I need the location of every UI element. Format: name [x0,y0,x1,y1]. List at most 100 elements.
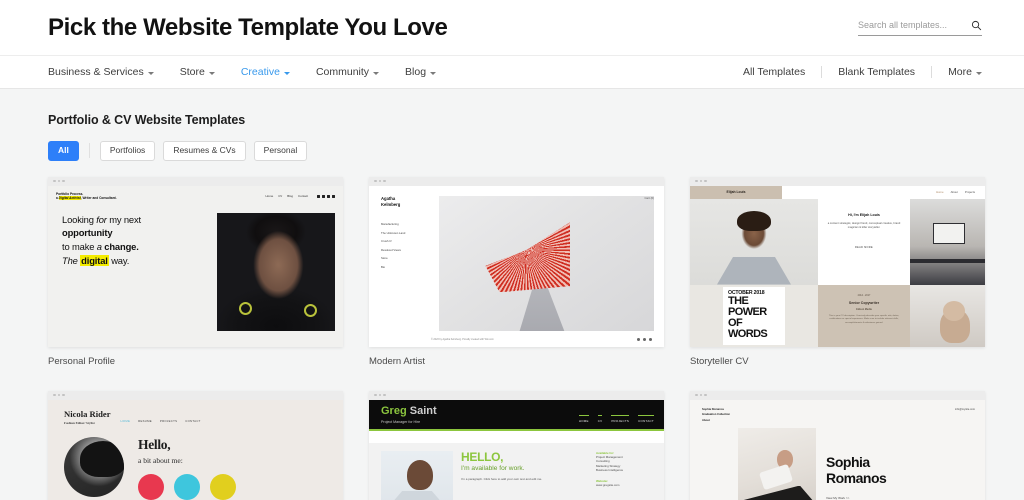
template-card[interactable]: Sophia Romanos Graduation Collection Abo… [690,390,985,500]
preview-grid-row2: OCTOBER 2018 THE POWER OF WORDS 2014 - 2… [690,284,985,347]
availability-text: I'm available for work. [461,464,525,472]
preview-name: Greg Saint [381,404,437,417]
filter-pill-group: All Portfolios Resumes & CVs Personal [48,141,976,161]
social-icons [637,337,652,341]
facebook-icon [317,194,320,198]
window-dot-icon [699,393,702,397]
window-dot-icon [695,179,698,183]
nav-label: Blank Templates [838,66,916,78]
template-thumbnail-storyteller-cv[interactable]: Elijah Louis Home About Projects Hi, I'm… [690,176,985,347]
preview-menu: Sophia Romanos Graduation Collection Abo… [702,408,730,422]
nav-label: Business & Services [48,66,144,78]
section-title: Portfolio & CV Website Templates [48,113,246,127]
nav-item-blog[interactable]: Blog [405,66,437,78]
preview-nav-item: HOME [578,414,589,423]
preview-body: Sophia Romanos View My Work >> [690,422,985,500]
headline-part: digital [80,254,109,266]
name-first: Greg [381,404,407,417]
desk-shape [910,258,985,263]
page-title: Pick the Website Template You Love [48,13,448,41]
template-card[interactable]: Nicola Rider Fashion Editor/ Stylist HOM… [48,390,343,500]
necklace-ring-icon [239,301,252,315]
window-dot-icon [695,393,698,397]
preview-header: Sophia Romanos Graduation Collection Abo… [690,400,985,422]
footer-text: © 2023 by Agatha Kelmberg. Proudly creat… [431,337,494,341]
menu-item: Resolved Views [381,247,401,252]
filter-pill-portfolios[interactable]: Portfolios [99,141,156,161]
template-thumbnail-sophia-romanos[interactable]: Sophia Romanos Graduation Collection Abo… [690,390,985,500]
cv-company: Edison Media [856,307,872,311]
preview-cta-link: View My Work >> [826,496,850,500]
menu-item: Store [381,256,388,261]
chevron-down-icon [976,71,982,75]
menu-item: About [702,418,710,422]
preview-nav-item: CV [278,194,283,199]
nav-item-community[interactable]: Community [315,66,380,78]
model-skirt-shape [738,485,816,500]
template-card[interactable]: Greg Saint Project Manager for Hire HOME… [369,390,664,500]
preview-artwork-photo [439,195,654,331]
window-dot-icon [704,393,707,397]
search-input[interactable] [858,20,958,30]
hello-heading: HELLO, [461,449,504,464]
filter-pill-resumes-cvs[interactable]: Resumes & CVs [163,141,246,161]
template-card[interactable]: Elijah Louis Home About Projects Hi, I'm… [690,176,985,367]
nav-item-creative[interactable]: Creative [241,66,290,78]
preview-email: info@mysite.com [955,407,975,411]
chevron-down-icon [373,71,380,75]
browser-chrome-bar [369,176,664,186]
poster-line2: THE POWER OF WORDS [728,294,768,340]
search-box[interactable] [858,20,982,36]
preview-portrait-photo [690,198,818,285]
template-thumbnail-nicola-rider[interactable]: Nicola Rider Fashion Editor/ Stylist HOM… [48,390,343,500]
template-card[interactable]: Portfolio Process. a Digital Activist, W… [48,176,343,367]
preview-spacer [369,430,664,443]
template-thumbnail-greg-saint[interactable]: Greg Saint Project Manager for Hire HOME… [369,390,664,500]
preview-header: Greg Saint Project Manager for Hire HOME… [369,399,664,431]
preview-nav-item: About [950,190,958,194]
template-thumbnail-personal-profile[interactable]: Portfolio Process. a Digital Activist, W… [48,176,343,347]
headline-part: The [62,254,81,266]
template-thumbnail-modern-artist[interactable]: Agatha Kelmberg Manufacturing The Unknow… [369,176,664,347]
nav-item-all-templates[interactable]: All Templates [743,66,805,78]
twitter-icon [322,194,325,198]
title-line1: Sophia [826,453,870,470]
nav-item-business-services[interactable]: Business & Services [48,66,154,78]
nav-label: Community [315,66,370,78]
nav-item-more[interactable]: More [948,66,982,78]
window-dot-icon [62,393,65,397]
preview-header: Nicola Rider Fashion Editor/ Stylist HOM… [48,400,343,425]
preview-title: Sophia Romanos [826,453,887,486]
menu-item: Sophia Romanos [702,407,724,411]
chevron-down-icon [283,71,290,75]
preview-cv-panel: 2014 - 2017 Senior Copywriter Edison Med… [818,284,910,347]
preview-layout: Agatha Kelmberg Manufacturing The Unknow… [369,186,664,347]
title-line2: Romanos [826,469,887,486]
color-dot-cyan [174,473,200,500]
preview-portrait-photo [64,436,124,497]
nav-label: All Templates [742,66,806,78]
preview-nav-item: Blog [287,194,294,199]
artist-name-line2: Kelmberg [381,201,401,207]
preview-brand-highlight: Digital Activist [58,196,81,201]
pinterest-icon [649,337,652,341]
preview-nav-item: Projects [964,190,975,194]
nav-item-blank-templates[interactable]: Blank Templates [838,66,915,78]
preview-intro-panel: Hi, I'm Elijah Louis a content strategis… [818,198,910,285]
preview-hello-block: Hello, a bit about me: [138,437,236,500]
necklace-ring-icon [304,303,317,317]
search-icon[interactable] [971,20,982,31]
monitor-shape [932,222,965,244]
filter-pill-personal[interactable]: Personal [253,141,308,161]
hello-heading: Hello, [138,436,171,452]
hello-subhead: a bit about me: [138,455,183,465]
filter-pill-all[interactable]: All [48,141,79,161]
portrait-head-shape [406,459,433,490]
preview-nav-item: HOME [120,418,131,423]
page-header: Pick the Website Template You Love [0,0,1024,55]
nav-item-store[interactable]: Store [180,66,215,78]
nav-divider [931,66,933,78]
menu-item: Crush It! [381,239,392,244]
template-card[interactable]: Agatha Kelmberg Manufacturing The Unknow… [369,176,664,367]
preview-menu: Manufacturing The Unknown Land Crush It!… [381,222,439,269]
